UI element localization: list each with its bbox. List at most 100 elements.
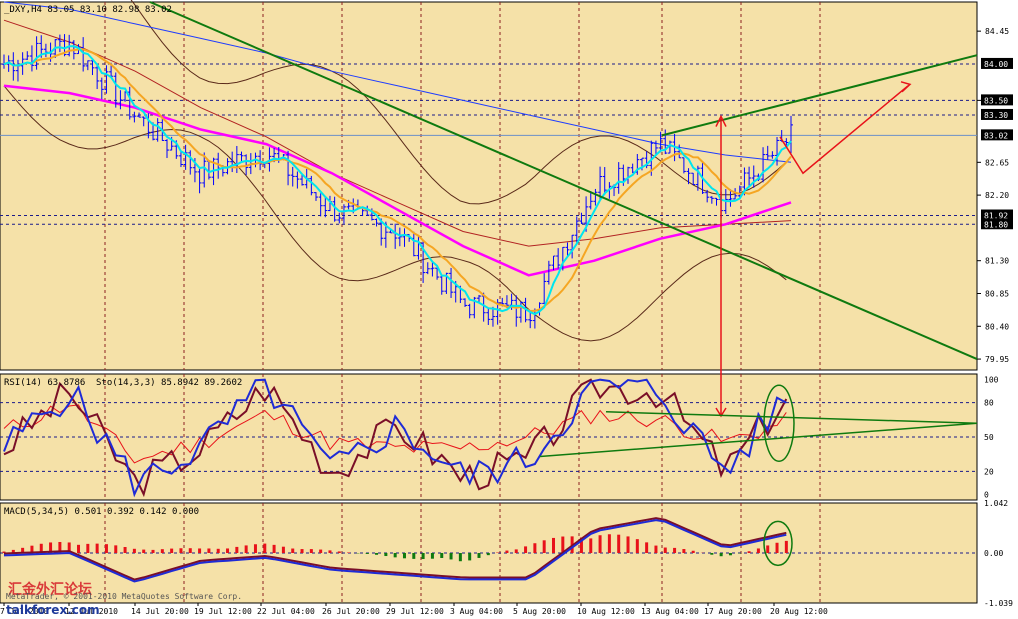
macd-histogram-bar [142, 549, 146, 553]
macd-histogram-bar [552, 537, 556, 553]
macd-histogram-bar [328, 550, 332, 553]
oscillator-axis-tick: 50 [984, 433, 994, 442]
macd-histogram-bar [421, 553, 425, 560]
macd-histogram-bar [412, 553, 416, 559]
macd-histogram-bar [617, 534, 621, 553]
macd-histogram-bar [607, 534, 611, 553]
macd-histogram-bar [533, 543, 537, 553]
macd-histogram-bar [123, 547, 127, 553]
macd-histogram-bar [235, 546, 239, 553]
oscillator-axis-tick: 100 [984, 376, 999, 385]
macd-histogram-bar [449, 553, 453, 560]
macd-histogram-bar [747, 551, 751, 553]
macd-histogram-bar [719, 553, 723, 557]
macd-histogram-bar [170, 548, 174, 553]
macd-histogram-bar [77, 544, 81, 553]
macd-histogram-bar [188, 548, 192, 553]
macd-histogram-bar [114, 545, 118, 553]
price-tag-label: 81.80 [984, 220, 1008, 229]
rsi-header: RSI(14) 63.8786 [4, 378, 85, 388]
macd-histogram-bar [337, 551, 341, 553]
macd-histogram-bar [524, 546, 528, 553]
oscillator-axis-tick: 20 [984, 467, 994, 476]
macd-histogram-bar [402, 553, 406, 559]
time-axis-label: 3 Aug 04:00 [450, 607, 503, 616]
macd-histogram-bar [272, 544, 276, 553]
stochastic-header: Sto(14,3,3) 85.8942 89.2602 [96, 378, 242, 388]
macd-header: MACD(5,34,5) 0.501 0.392 0.142 0.000 [4, 507, 199, 517]
macd-histogram-bar [458, 553, 462, 562]
price-axis-tick: 84.45 [985, 27, 1009, 36]
macd-histogram-bar [728, 553, 732, 556]
macd-histogram-bar [598, 535, 602, 553]
time-axis-label: 26 Jul 20:00 [322, 607, 380, 616]
macd-histogram-bar [86, 543, 90, 553]
macd-histogram-bar [663, 547, 667, 553]
macd-histogram-bar [430, 553, 434, 559]
macd-histogram-bar [104, 544, 108, 553]
macd-histogram-bar [784, 540, 788, 553]
macd-histogram-bar [207, 548, 211, 553]
price-panel-header: _DXY,H4 83.05 83.10 82.98 83.02 [4, 5, 172, 15]
time-axis-label: 5 Aug 20:00 [513, 607, 566, 616]
macd-histogram-bar [216, 548, 220, 553]
macd-histogram-bar [365, 553, 369, 554]
macd-histogram-bar [654, 545, 658, 553]
copyright-watermark: MetaTrader, © 2001-2010 MetaQuotes Softw… [6, 592, 242, 601]
macd-histogram-bar [542, 540, 546, 553]
macd-histogram-bar [393, 553, 397, 558]
time-axis-label: 19 Jul 12:00 [194, 607, 252, 616]
macd-histogram-bar [253, 544, 257, 553]
macd-histogram-bar [626, 536, 630, 553]
price-axis-tick: 80.40 [985, 322, 1009, 331]
macd-histogram-bar [505, 550, 509, 553]
time-axis-label: 10 Aug 12:00 [577, 607, 635, 616]
macd-histogram-bar [375, 553, 379, 555]
chart: 84.45 83.50 82.65 82.20 81.30 80.85 80.40 79.95… [0, 0, 1018, 619]
oscillator-axis-tick: 80 [984, 399, 994, 408]
price-axis-tick: 81.30 [985, 257, 1009, 266]
price-tag-label: 83.30 [984, 111, 1008, 120]
macd-axis-tick: 0.00 [984, 549, 1003, 558]
macd-histogram-bar [179, 548, 183, 553]
macd-axis-tick: 1.042 [984, 499, 1008, 508]
macd-histogram-bar [263, 543, 267, 553]
macd-histogram-bar [710, 553, 714, 555]
macd-histogram-bar [291, 548, 295, 553]
time-axis-label: 20 Aug 12:00 [770, 607, 828, 616]
macd-histogram-bar [160, 549, 164, 553]
site-watermark: talkforex.com [6, 603, 100, 617]
macd-histogram-bar [132, 548, 136, 553]
macd-histogram-bar [309, 549, 313, 553]
price-axis-tick: 82.65 [985, 158, 1009, 167]
time-axis-label: 14 Jul 20:00 [131, 607, 189, 616]
macd-histogram-bar [151, 549, 155, 553]
macd-histogram-bar [514, 549, 518, 553]
macd-histogram-bar [645, 542, 649, 553]
time-axis-label: 13 Aug 04:00 [641, 607, 699, 616]
macd-histogram-bar [300, 549, 304, 553]
macd-histogram-bar [766, 545, 770, 553]
macd-histogram-bar [244, 545, 248, 553]
macd-histogram-bar [486, 553, 490, 556]
price-axis-tick: 79.95 [985, 355, 1009, 364]
macd-histogram-bar [319, 549, 323, 553]
macd-histogram-bar [682, 549, 686, 553]
macd-histogram-bar [468, 553, 472, 561]
macd-histogram-bar [477, 553, 481, 558]
macd-axis-tick: -1.039 [984, 599, 1013, 608]
macd-histogram-bar [95, 543, 99, 553]
time-axis-label: 17 Aug 20:00 [704, 607, 762, 616]
macd-histogram-bar [775, 542, 779, 553]
current-price-label: 83.02 [984, 131, 1008, 140]
time-axis-label: 22 Jul 04:00 [257, 607, 315, 616]
time-axis-label: 29 Jul 12:00 [386, 607, 444, 616]
price-tag-label: 84.00 [984, 60, 1008, 69]
macd-histogram-bar [226, 548, 230, 553]
macd-histogram-bar [691, 550, 695, 553]
macd-histogram-bar [198, 548, 202, 553]
price-tag-label: 83.50 [984, 96, 1008, 105]
macd-histogram-bar [384, 553, 388, 557]
macd-histogram-bar [673, 547, 677, 553]
macd-histogram-bar [635, 539, 639, 553]
